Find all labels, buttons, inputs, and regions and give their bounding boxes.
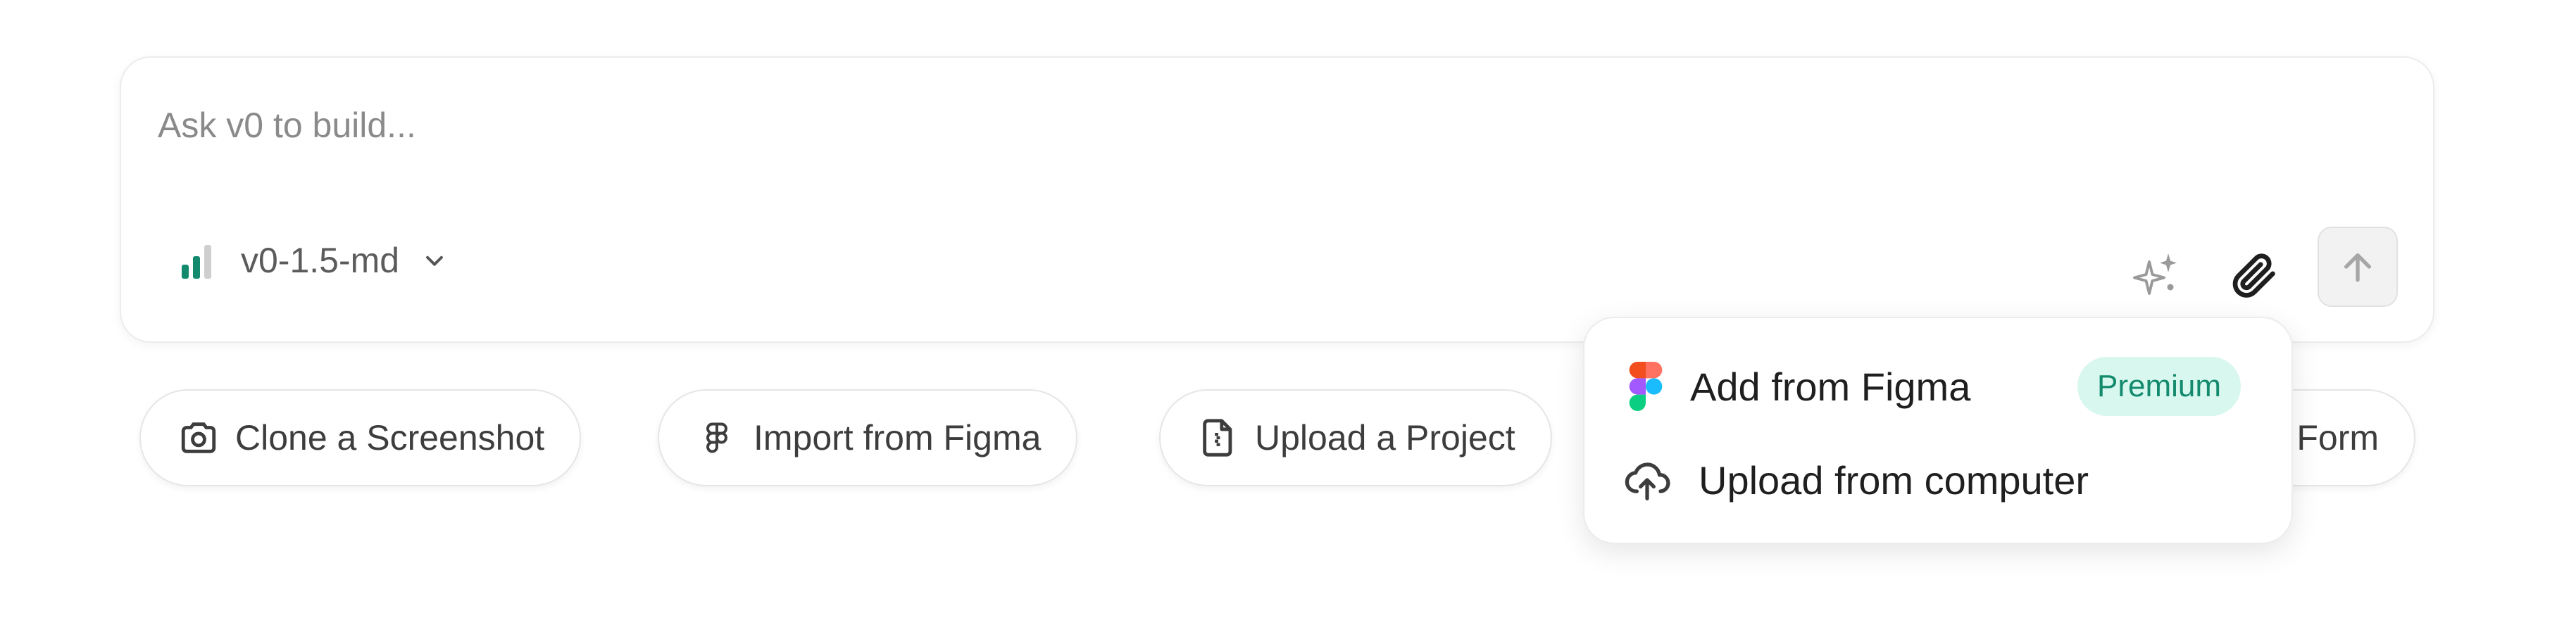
figma-icon xyxy=(696,417,738,459)
clone-screenshot-chip[interactable]: Clone a Screenshot xyxy=(139,389,582,486)
file-zip-icon xyxy=(1197,417,1239,459)
arrow-up-icon xyxy=(2344,253,2372,282)
sparkles-icon xyxy=(2133,253,2177,295)
premium-badge: Premium xyxy=(2077,357,2242,416)
menu-item-label: Add from Figma xyxy=(1690,364,1971,409)
upload-from-computer-item[interactable]: Upload from computer xyxy=(1622,441,2089,519)
add-from-figma-item[interactable]: Add from Figma xyxy=(1628,348,1970,425)
chip-label: Form xyxy=(2296,418,2379,457)
prompt-input[interactable] xyxy=(156,100,2342,151)
prompt-box: v0-1.5-md xyxy=(120,56,2434,343)
signal-bars-icon xyxy=(182,245,211,279)
import-figma-chip[interactable]: Import from Figma xyxy=(658,389,1078,486)
chip-label: Upload a Project xyxy=(1255,418,1515,457)
attach-button[interactable] xyxy=(2225,246,2282,303)
camera-icon xyxy=(177,417,220,459)
upload-project-chip[interactable]: Upload a Project xyxy=(1159,389,1552,486)
menu-item-label: Upload from computer xyxy=(1699,457,2089,503)
chip-label: Clone a Screenshot xyxy=(235,418,545,457)
chip-label: Import from Figma xyxy=(754,418,1042,457)
model-label: v0-1.5-md xyxy=(241,241,400,280)
paperclip-icon xyxy=(2232,253,2275,298)
send-button[interactable] xyxy=(2318,227,2398,307)
attach-menu: Add from Figma Premium Upload from compu… xyxy=(1583,317,2293,544)
model-selector[interactable]: v0-1.5-md xyxy=(177,232,449,289)
figma-color-icon xyxy=(1629,362,1663,411)
cloud-upload-icon xyxy=(1625,462,1670,500)
chevron-down-icon xyxy=(420,246,449,274)
enhance-prompt-button[interactable] xyxy=(2127,246,2184,303)
